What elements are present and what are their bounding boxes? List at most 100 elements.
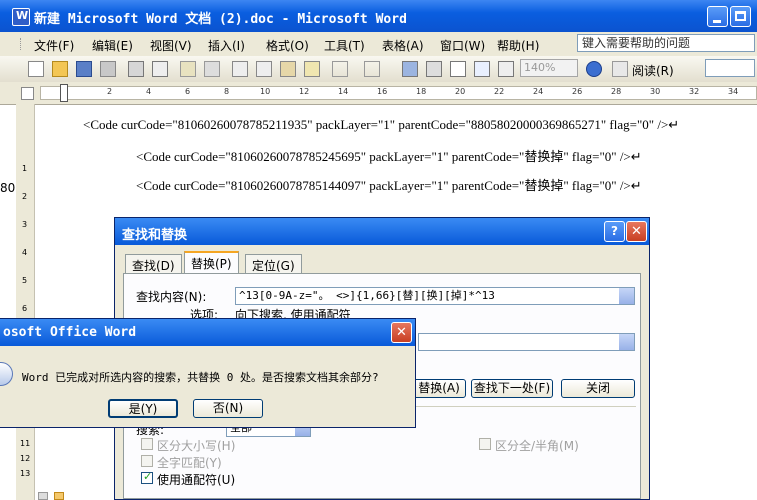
- tab-find[interactable]: 查找(D): [125, 254, 182, 274]
- permission-icon[interactable]: [100, 61, 116, 77]
- checkmark-icon: ✓: [143, 470, 153, 483]
- message-close-button[interactable]: ✕: [391, 322, 412, 343]
- hyperlink-icon[interactable]: [402, 61, 418, 77]
- find-what-label: 查找内容(N):: [136, 290, 207, 304]
- menu-grip[interactable]: [20, 38, 24, 50]
- format-painter-icon[interactable]: [304, 61, 320, 77]
- menu-view[interactable]: 视图(V): [150, 37, 192, 54]
- menu-window[interactable]: 窗口(W): [440, 37, 485, 54]
- replace-dropdown-arrow[interactable]: [619, 334, 634, 350]
- paste-icon[interactable]: [280, 61, 296, 77]
- help-icon[interactable]: [586, 61, 602, 77]
- wildcards-checkbox[interactable]: ✓: [141, 470, 153, 484]
- ruler-number: 10: [260, 87, 271, 96]
- ruler-number: 4: [146, 87, 152, 96]
- copy-icon[interactable]: [256, 61, 272, 77]
- ruler-number: 32: [689, 87, 700, 96]
- vruler-number: 13: [20, 469, 31, 478]
- replace-with-input[interactable]: [418, 333, 635, 351]
- redo-icon[interactable]: [364, 61, 380, 77]
- read-button-label[interactable]: 阅读(R): [632, 62, 674, 79]
- tables-borders-icon[interactable]: [426, 61, 442, 77]
- save-icon[interactable]: [76, 61, 92, 77]
- dialog-help-button[interactable]: ?: [604, 221, 625, 242]
- new-document-icon[interactable]: [28, 61, 44, 77]
- menu-file[interactable]: 文件(F): [34, 37, 74, 54]
- menu-insert[interactable]: 插入(I): [208, 37, 245, 54]
- print-preview-icon[interactable]: [152, 61, 168, 77]
- ruler-strip: 2 4 6 8 10 12 14 16 18 20 22 24 26 28 30…: [40, 86, 757, 100]
- font-size-select[interactable]: [705, 59, 755, 77]
- tab-goto[interactable]: 定位(G): [245, 254, 302, 274]
- cut-icon[interactable]: [232, 61, 248, 77]
- spelling-icon[interactable]: [180, 61, 196, 77]
- read-icon[interactable]: [612, 61, 628, 77]
- ruler-number: 30: [650, 87, 661, 96]
- close-icon: ✕: [396, 325, 407, 340]
- print-layout-view-button[interactable]: [54, 492, 64, 500]
- ruler-number: 16: [377, 87, 388, 96]
- close-button[interactable]: 关闭: [561, 379, 635, 398]
- standard-toolbar: 140% 阅读(R): [0, 56, 757, 83]
- find-dropdown-arrow[interactable]: [619, 288, 634, 304]
- ruler-number: 8: [224, 87, 230, 96]
- find-what-input[interactable]: ^13[0-9A-z="。 <>]{1,66}[替][换][掉]*^13: [235, 287, 635, 305]
- ruler-number: 34: [728, 87, 739, 96]
- open-folder-icon[interactable]: [52, 61, 68, 77]
- message-title: osoft Office Word: [3, 325, 137, 340]
- match-case-label: 区分大小写(H): [157, 439, 236, 453]
- horizontal-ruler: 2 4 6 8 10 12 14 16 18 20 22 24 26 28 30…: [0, 82, 757, 105]
- match-fullhalf-checkbox[interactable]: [479, 438, 491, 450]
- document-line[interactable]: <Code curCode="81060260078785211935" pac…: [83, 117, 679, 133]
- ruler-number: 28: [611, 87, 622, 96]
- ruler-number: 22: [494, 87, 505, 96]
- dialog-close-button[interactable]: ✕: [626, 221, 647, 242]
- dialog-title-bar: 查找和替换 ? ✕: [115, 218, 649, 245]
- document-line[interactable]: <Code curCode="81060260078785245695" pac…: [136, 146, 642, 165]
- dialog-title: 查找和替换: [122, 228, 188, 243]
- ruler-number: 12: [299, 87, 310, 96]
- maximize-icon: [735, 11, 746, 21]
- menu-tools[interactable]: 工具(T): [324, 37, 365, 54]
- word-app-icon[interactable]: [12, 8, 30, 26]
- menu-help[interactable]: 帮助(H): [497, 37, 539, 54]
- window-title: 新建 Microsoft Word 文档 (2).doc - Microsoft…: [34, 12, 407, 27]
- margin-text-fragment: 80: [0, 181, 16, 195]
- print-icon[interactable]: [128, 61, 144, 77]
- ruler-number: 20: [455, 87, 466, 96]
- menu-format[interactable]: 格式(O): [266, 37, 309, 54]
- title-bar: 新建 Microsoft Word 文档 (2).doc - Microsoft…: [0, 0, 757, 32]
- vruler-number: 11: [20, 439, 31, 448]
- whole-word-checkbox[interactable]: [141, 455, 153, 467]
- help-search-input[interactable]: 键入需要帮助的问题: [577, 34, 755, 52]
- close-icon: ✕: [631, 224, 642, 239]
- replace-button[interactable]: 替换(A): [412, 379, 466, 398]
- maximize-button[interactable]: [730, 6, 751, 27]
- undo-icon[interactable]: [332, 61, 348, 77]
- yes-button[interactable]: 是(Y): [108, 399, 178, 418]
- insert-excel-icon[interactable]: [474, 61, 490, 77]
- minimize-button[interactable]: [707, 6, 728, 27]
- tab-stop-selector[interactable]: [21, 87, 34, 100]
- menu-bar: 文件(F) 编辑(E) 视图(V) 插入(I) 格式(O) 工具(T) 表格(A…: [0, 32, 757, 57]
- no-button[interactable]: 否(N): [193, 399, 263, 418]
- columns-icon[interactable]: [498, 61, 514, 77]
- tab-replace[interactable]: 替换(P): [184, 251, 239, 274]
- vertical-ruler: 1 2 3 4 5 6 7 8 9 10 11 12 13: [16, 104, 35, 500]
- vruler-number: 6: [22, 304, 28, 313]
- find-next-button[interactable]: 查找下一处(F): [471, 379, 553, 398]
- match-case-checkbox[interactable]: [141, 438, 153, 450]
- menu-edit[interactable]: 编辑(E): [92, 37, 133, 54]
- normal-view-button[interactable]: [38, 492, 48, 500]
- insert-table-icon[interactable]: [450, 61, 466, 77]
- document-line[interactable]: <Code curCode="81060260078785144097" pac…: [136, 175, 642, 194]
- menu-table[interactable]: 表格(A): [382, 37, 424, 54]
- vruler-number: 12: [20, 454, 31, 463]
- vruler-number: 1: [22, 164, 28, 173]
- whole-word-label: 全字匹配(Y): [157, 456, 222, 470]
- indent-marker[interactable]: [60, 84, 68, 102]
- message-title-bar: osoft Office Word ✕: [0, 319, 415, 346]
- message-text: Word 已完成对所选内容的搜索，共替换 0 处。是否搜索文档其余部分?: [22, 371, 379, 384]
- zoom-select[interactable]: 140%: [520, 59, 578, 77]
- research-icon[interactable]: [204, 61, 220, 77]
